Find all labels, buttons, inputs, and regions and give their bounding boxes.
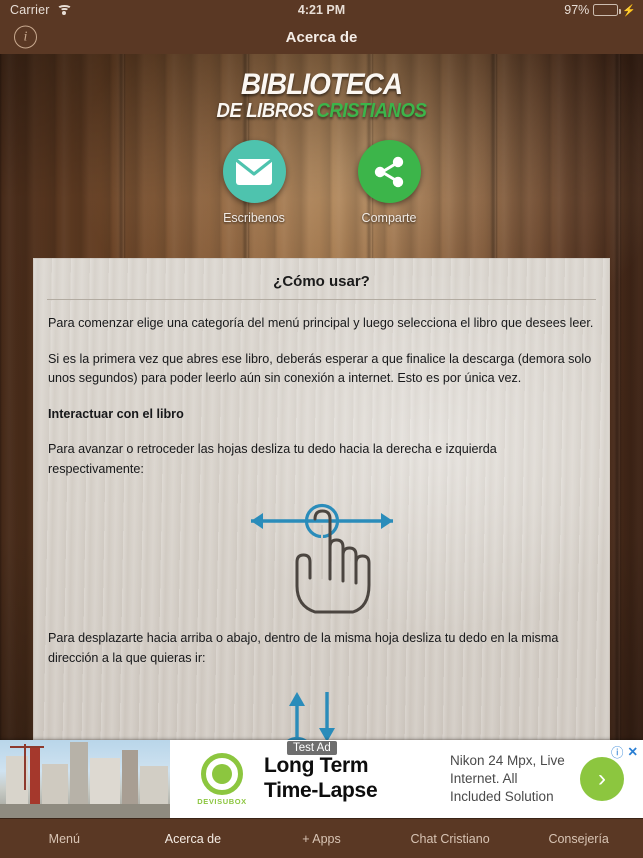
paragraph-3: Para avanzar o retroceder las hojas desl… — [48, 442, 497, 476]
ad-headline: Long Term Time-Lapse — [264, 754, 432, 804]
info-circle-icon[interactable]: i — [14, 25, 37, 49]
devisubox-mark-icon — [201, 752, 243, 795]
info-glyph: i — [23, 29, 28, 44]
test-ad-badge: Test Ad — [287, 741, 337, 755]
ad-close-icon[interactable]: ✕ — [628, 744, 638, 759]
page-title: Acerca de — [285, 28, 358, 46]
tab-bar: Menú Acerca de + Apps Chat Cristiano Con… — [0, 818, 643, 858]
action-label-escribenos: Escribenos — [223, 211, 285, 225]
paragraph-4: Para desplazarte hacia arriba o abajo, d… — [48, 631, 559, 665]
share-icon[interactable] — [357, 140, 421, 203]
ad-body[interactable]: DEVISUBOX Long Term Time-Lapse Nikon 24 … — [170, 740, 643, 818]
swipe-vertical-hand-icon — [286, 692, 335, 740]
battery-icon — [593, 4, 621, 16]
tab-chat-cristiano[interactable]: Chat Cristiano — [386, 832, 515, 846]
action-comparte[interactable]: Comparte — [327, 140, 452, 225]
tab-menu[interactable]: Menú — [0, 832, 129, 846]
content-card[interactable]: ¿Cómo usar? Para comenzar elige una cate… — [33, 258, 610, 740]
status-time: 4:21 PM — [297, 3, 346, 17]
gesture-illustration-horizontal — [45, 495, 598, 615]
gesture-illustration-vertical — [45, 684, 598, 740]
action-escribenos[interactable]: Escribenos — [192, 140, 317, 225]
card-divider — [47, 299, 596, 300]
ad-controls: ⓘ ✕ — [611, 742, 638, 761]
lightning-bolt-icon: ⚡ — [622, 4, 636, 17]
action-label-comparte: Comparte — [361, 211, 417, 225]
paragraph-heading-interactuar: Interactuar con el libro — [48, 406, 184, 421]
ad-brand-logo: DEVISUBOX — [180, 752, 264, 806]
tab-apps[interactable]: + Apps — [257, 832, 386, 846]
action-buttons: Escribenos Comparte — [0, 140, 643, 225]
battery-percent-label: 97% — [564, 3, 590, 17]
envelope-icon[interactable] — [222, 140, 286, 203]
paragraph-2: Si es la primera vez que abres ese libro… — [48, 351, 592, 386]
status-bar: Carrier 4:21 PM 97% ⚡ — [0, 0, 643, 20]
app-logo: BIBLIOTECA DE LIBROS CRISTIANOS — [0, 70, 643, 123]
logo-de-libros: DE LIBROS — [216, 100, 315, 122]
ad-cta[interactable]: › — [571, 757, 633, 801]
swipe-horizontal-hand-icon — [250, 503, 393, 614]
nav-bar: i Acerca de — [0, 20, 643, 54]
ad-info-icon[interactable]: ⓘ — [611, 742, 624, 761]
logo-line-biblioteca: BIBLIOTECA — [240, 68, 403, 101]
paragraph-1: Para comenzar elige una categoría del me… — [48, 316, 594, 330]
logo-cristianos: CRISTIANOS — [316, 100, 427, 122]
card-title: ¿Cómo usar? — [273, 273, 370, 290]
envelope-glyph — [236, 158, 272, 185]
tab-acerca-de[interactable]: Acerca de — [129, 832, 258, 846]
share-glyph — [374, 156, 404, 187]
ad-headline-line2: Time-Lapse — [264, 779, 378, 802]
ad-description: Nikon 24 Mpx, Live Internet. All Include… — [450, 752, 565, 805]
chevron-right-icon[interactable]: › — [580, 757, 624, 801]
ad-image[interactable] — [0, 740, 170, 818]
ad-headline-line1: Long Term — [264, 754, 369, 778]
ad-brand-name: DEVISUBOX — [197, 796, 247, 806]
tab-consejeria[interactable]: Consejería — [514, 832, 643, 846]
logo-line-subtitle: DE LIBROS CRISTIANOS — [23, 100, 621, 123]
status-bar-right: 97% ⚡ — [564, 3, 636, 17]
